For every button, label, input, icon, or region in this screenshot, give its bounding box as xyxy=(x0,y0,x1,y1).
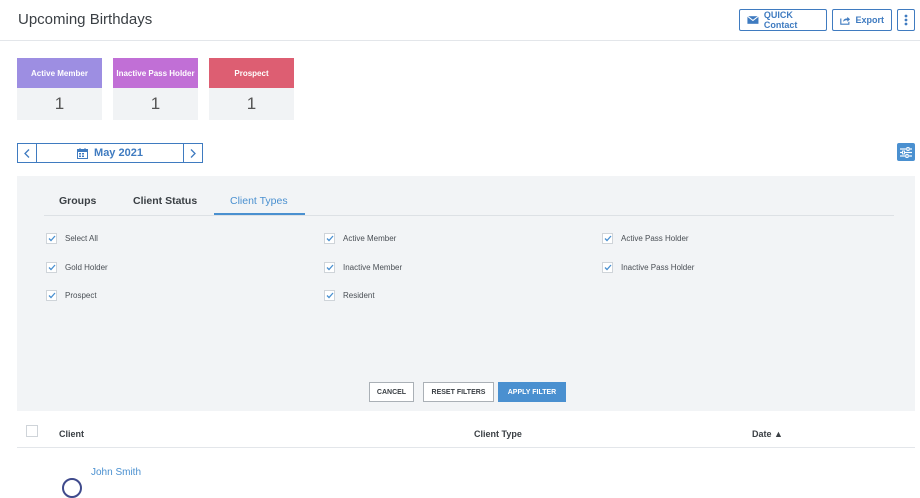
checkbox-label: Inactive Pass Holder xyxy=(621,263,695,272)
month-navigator: May 2021 xyxy=(17,143,203,163)
active-tab-indicator xyxy=(214,213,305,215)
checkmark-icon xyxy=(326,292,333,299)
checkbox-active-pass-holder[interactable]: Active Pass Holder xyxy=(602,233,689,244)
checkbox[interactable] xyxy=(324,262,335,273)
tab-client-status[interactable]: Client Status xyxy=(133,195,197,207)
month-picker[interactable]: May 2021 xyxy=(37,144,183,162)
client-name-link[interactable]: John Smith xyxy=(91,467,141,478)
checkbox[interactable] xyxy=(46,262,57,273)
checkbox-inactive-pass-holder[interactable]: Inactive Pass Holder xyxy=(602,262,694,273)
select-all-rows-checkbox[interactable] xyxy=(26,425,38,437)
export-button[interactable]: Export xyxy=(832,9,892,31)
summary-card-label: Inactive Pass Holder xyxy=(113,58,198,88)
summary-card-count: 1 xyxy=(54,94,65,113)
chevron-left-icon xyxy=(24,148,30,158)
month-label: May 2021 xyxy=(94,147,143,159)
column-header-client-type[interactable]: Client Type xyxy=(474,429,522,439)
checkbox-label: Inactive Member xyxy=(343,263,403,272)
checkbox[interactable] xyxy=(46,290,57,301)
summary-card-label: Active Member xyxy=(17,58,102,88)
cancel-button[interactable]: CANCEL xyxy=(369,382,414,402)
checkbox[interactable] xyxy=(602,233,613,244)
summary-card-label: Prospect xyxy=(209,58,294,88)
checkmark-icon xyxy=(604,264,611,271)
vertical-dots-icon xyxy=(904,14,908,26)
reset-filters-button[interactable]: RESET FILTERS xyxy=(423,382,494,402)
checkbox-prospect[interactable]: Prospect xyxy=(46,290,97,301)
more-options-button[interactable] xyxy=(897,9,915,31)
calendar-icon xyxy=(77,147,89,159)
checkmark-icon xyxy=(326,235,333,242)
checkbox-label: Prospect xyxy=(65,291,97,300)
column-header-client[interactable]: Client xyxy=(59,429,84,439)
sliders-icon xyxy=(900,146,912,158)
summary-card-inactive-pass-holder[interactable]: Inactive Pass Holder 1 xyxy=(113,58,198,120)
summary-card-count: 1 xyxy=(150,94,161,113)
page-title: Upcoming Birthdays xyxy=(18,11,153,28)
export-icon xyxy=(840,16,851,25)
export-label: Export xyxy=(855,15,884,25)
checkbox-active-member[interactable]: Active Member xyxy=(324,233,396,244)
checkbox[interactable] xyxy=(324,290,335,301)
checkmark-icon xyxy=(604,235,611,242)
chevron-right-icon xyxy=(190,148,196,158)
quick-contact-button[interactable]: QUICK Contact xyxy=(739,9,827,31)
checkmark-icon xyxy=(48,292,55,299)
checkbox-label: Active Pass Holder xyxy=(621,234,689,243)
summary-card-count: 1 xyxy=(246,94,257,113)
filter-panel: Groups Client Status Client Types Select… xyxy=(17,176,915,411)
checkbox-label: Resident xyxy=(343,291,375,300)
checkmark-icon xyxy=(48,235,55,242)
tab-groups[interactable]: Groups xyxy=(59,195,96,207)
column-header-date[interactable]: Date ▲ xyxy=(752,429,783,439)
checkbox-label: Active Member xyxy=(343,234,397,243)
summary-card-prospect[interactable]: Prospect 1 xyxy=(209,58,294,120)
previous-month-button[interactable] xyxy=(18,144,37,162)
checkmark-icon xyxy=(48,264,55,271)
envelope-icon xyxy=(747,15,759,24)
checkbox[interactable] xyxy=(602,262,613,273)
checkbox-inactive-member[interactable]: Inactive Member xyxy=(324,262,402,273)
checkbox-select-all[interactable]: Select All xyxy=(46,233,98,244)
checkbox-label: Select All xyxy=(65,234,98,243)
checkbox-gold-holder[interactable]: Gold Holder xyxy=(46,262,108,273)
quick-contact-label: QUICK Contact xyxy=(763,10,798,30)
filter-toggle-button[interactable] xyxy=(897,143,915,161)
avatar xyxy=(62,478,82,498)
filter-tabs: Groups Client Status Client Types xyxy=(44,184,894,216)
summary-card-active-member[interactable]: Active Member 1 xyxy=(17,58,102,120)
page-header: Upcoming Birthdays QUICK Contact Export xyxy=(0,0,920,41)
checkbox-label: Gold Holder xyxy=(65,263,108,272)
checkbox-resident[interactable]: Resident xyxy=(324,290,375,301)
table-header: Client Client Type Date ▲ xyxy=(17,418,915,448)
next-month-button[interactable] xyxy=(183,144,202,162)
checkbox[interactable] xyxy=(324,233,335,244)
apply-filter-button[interactable]: APPLY FILTER xyxy=(498,382,566,402)
checkbox[interactable] xyxy=(46,233,57,244)
tab-client-types[interactable]: Client Types xyxy=(230,195,288,207)
checkmark-icon xyxy=(326,264,333,271)
